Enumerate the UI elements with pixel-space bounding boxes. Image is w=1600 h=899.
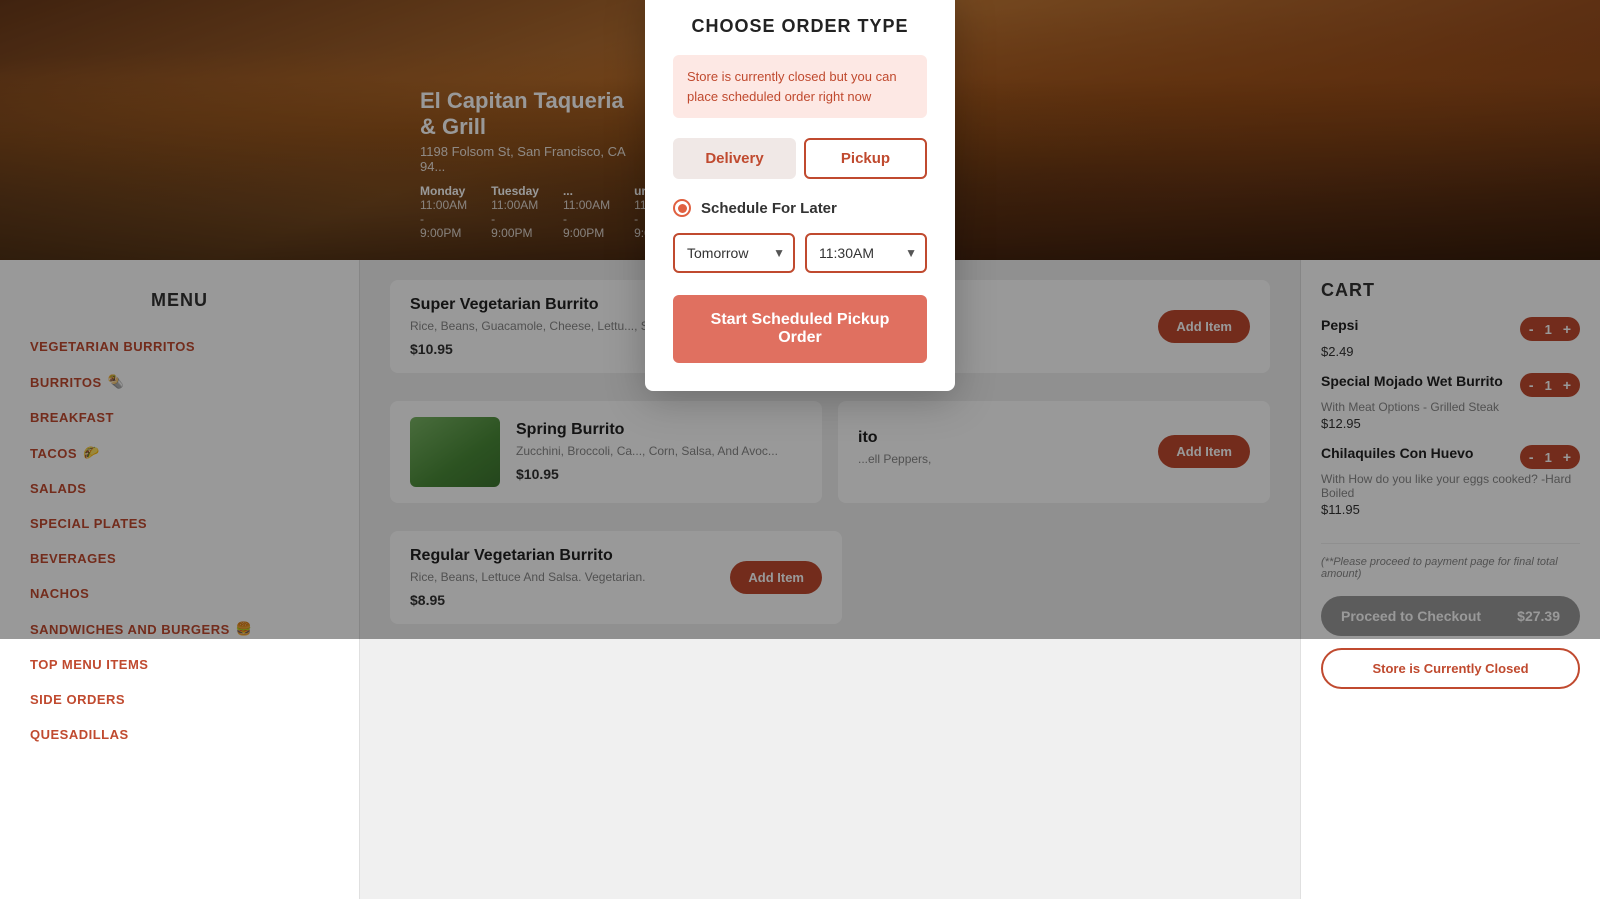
sidebar-item-quesadillas[interactable]: QUESADILLAS <box>0 717 359 752</box>
page-wrapper: El Capitan Taqueria & Grill 1198 Folsom … <box>0 0 1600 899</box>
time-select-wrapper: 11:00AM 11:30AM 12:00PM 12:30PM 1:00PM ▼ <box>805 233 927 273</box>
start-order-button[interactable]: Start Scheduled Pickup Order <box>673 295 927 363</box>
schedule-dropdowns: Today Tomorrow Day After Tomorrow ▼ 11:0… <box>673 233 927 273</box>
date-select-wrapper: Today Tomorrow Day After Tomorrow ▼ <box>673 233 795 273</box>
tab-pickup[interactable]: Pickup <box>804 138 927 179</box>
schedule-for-later-label: Schedule For Later <box>673 199 927 217</box>
date-select[interactable]: Today Tomorrow Day After Tomorrow <box>673 233 795 273</box>
time-select[interactable]: 11:00AM 11:30AM 12:00PM 12:30PM 1:00PM <box>805 233 927 273</box>
schedule-radio[interactable] <box>673 199 691 217</box>
order-type-tabs: Delivery Pickup <box>673 138 927 179</box>
sidebar-item-side-orders[interactable]: SIDE ORDERS <box>0 682 359 717</box>
modal-notice: Store is currently closed but you can pl… <box>673 55 927 118</box>
tab-delivery[interactable]: Delivery <box>673 138 796 179</box>
order-type-modal: CHOOSE ORDER TYPE Store is currently clo… <box>645 0 955 391</box>
modal-overlay: CHOOSE ORDER TYPE Store is currently clo… <box>0 0 1600 639</box>
store-closed-button[interactable]: Store is Currently Closed <box>1321 648 1580 689</box>
sidebar-item-top-menu[interactable]: TOP MENU ITEMS <box>0 647 359 682</box>
modal-title: CHOOSE ORDER TYPE <box>673 16 927 37</box>
